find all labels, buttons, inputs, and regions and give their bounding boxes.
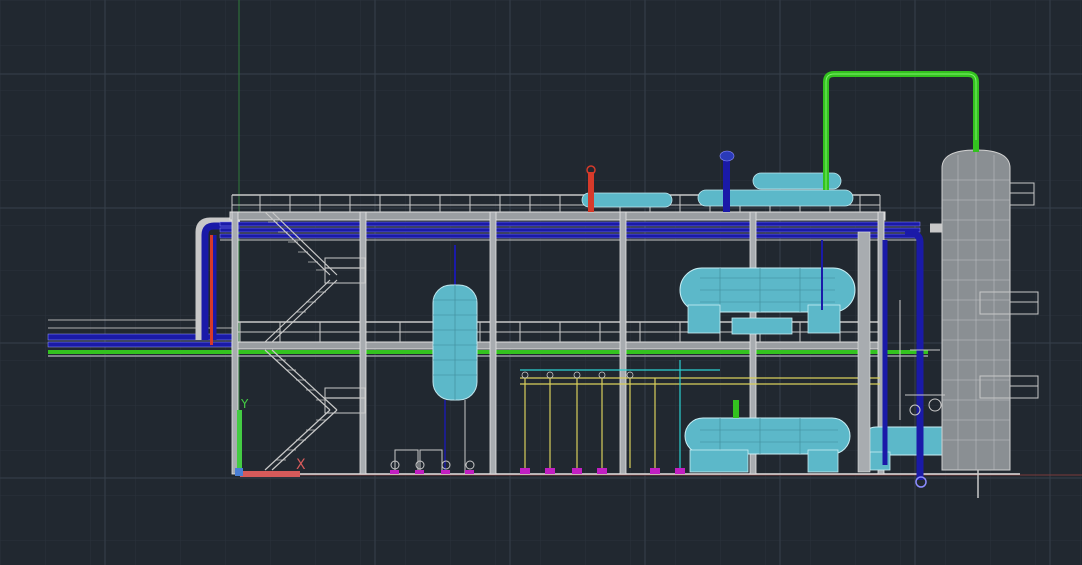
ucs-z-marker [235, 468, 243, 476]
ucs-x-label: X [296, 457, 306, 473]
model-space-drawing[interactable]: Y X [0, 0, 1082, 565]
ucs-y-label: Y [240, 397, 249, 411]
ucs-y-axis [237, 410, 242, 472]
main-process-pipe-bank [219, 221, 921, 241]
cad-viewport[interactable]: Y X [0, 0, 1082, 565]
ucs-x-axis [240, 471, 300, 477]
